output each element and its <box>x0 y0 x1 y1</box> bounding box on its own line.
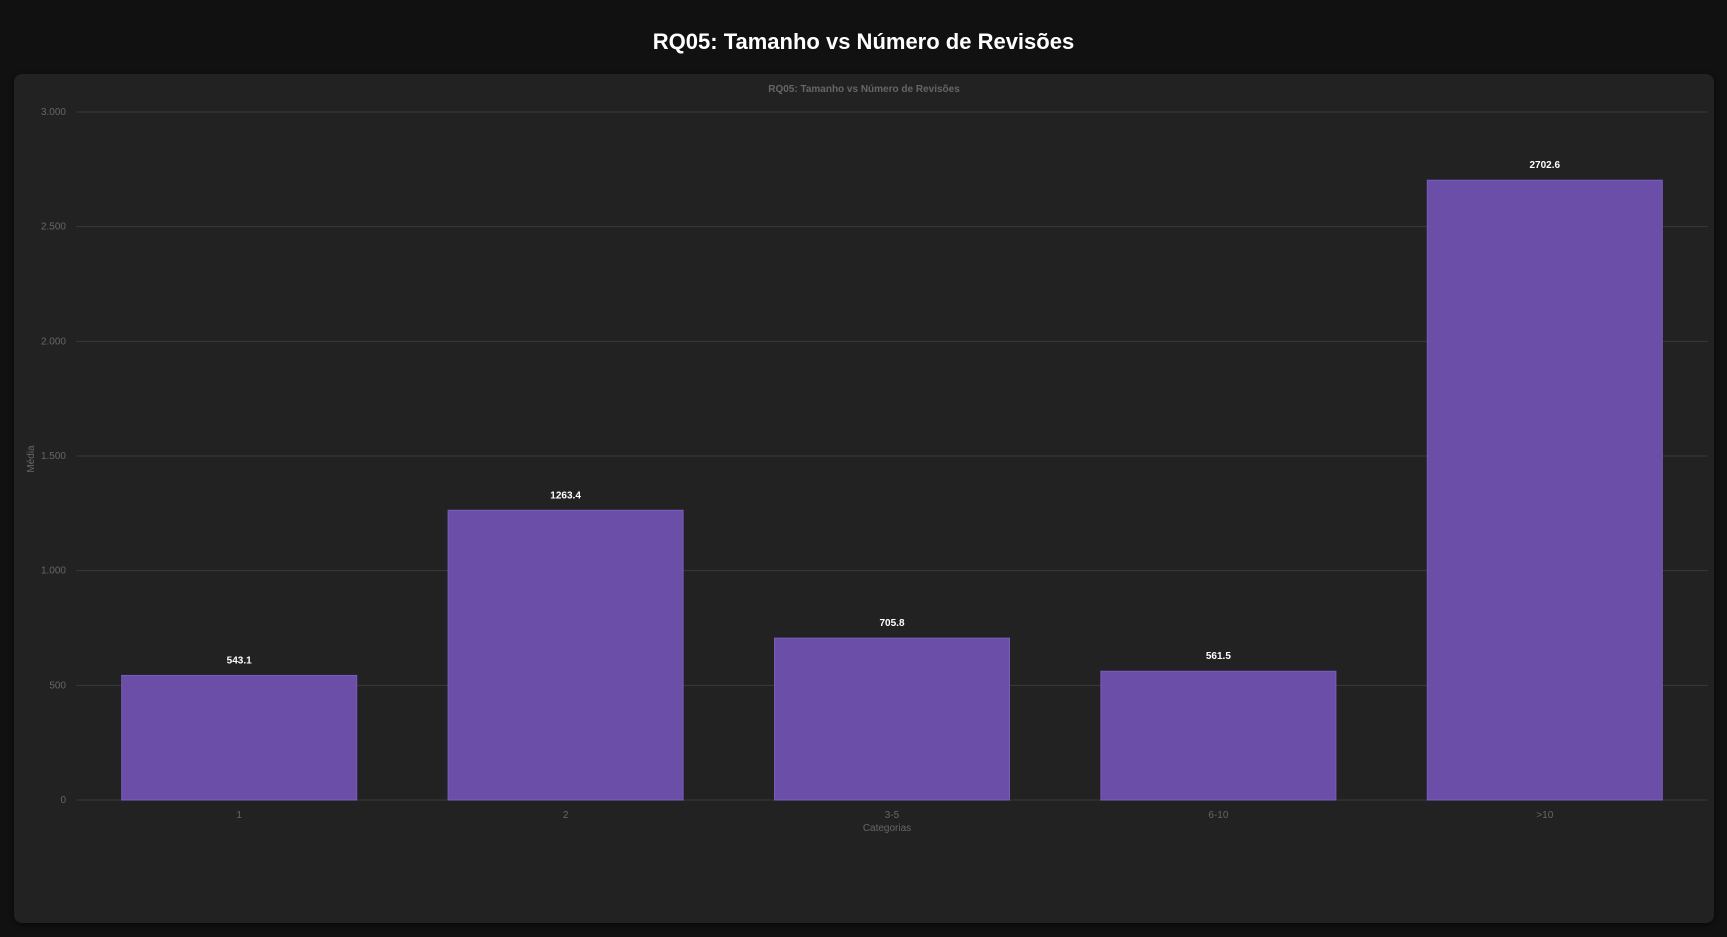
bar[interactable] <box>773 637 1011 801</box>
bars <box>121 179 1663 801</box>
bar-value-label: 543.1 <box>227 655 252 666</box>
x-tick-label: >10 <box>1536 810 1553 821</box>
x-tick-label: 6-10 <box>1208 810 1228 821</box>
bar-chart: RQ05: Tamanho vs Número de Revisões 0 500… <box>26 84 1708 834</box>
y-tick-label: 500 <box>49 680 66 691</box>
x-axis-ticks: 1 2 3-5 6-10 >10 <box>236 810 1553 821</box>
x-axis-title: Categorias <box>863 823 911 834</box>
bar[interactable] <box>1426 179 1663 801</box>
y-tick-label: 2.000 <box>41 336 66 347</box>
bar-value-label: 705.8 <box>879 618 904 629</box>
bar[interactable] <box>447 509 684 801</box>
chart-card: RQ05: Tamanho vs Número de Revisões 0 500… <box>14 74 1714 923</box>
bar-value-label: 2702.6 <box>1530 160 1561 171</box>
bar[interactable] <box>1100 670 1337 801</box>
y-tick-label: 1.000 <box>41 566 66 577</box>
y-tick-label: 3.000 <box>41 107 66 118</box>
data-labels: 543.1 1263.4 705.8 561.5 2702.6 <box>227 160 1561 666</box>
y-tick-label: 0 <box>60 795 66 806</box>
bar[interactable] <box>121 674 358 801</box>
y-axis-title: Média <box>26 445 37 473</box>
x-tick-label: 1 <box>236 810 242 821</box>
chart-title: RQ05: Tamanho vs Número de Revisões <box>768 84 960 95</box>
y-tick-label: 2.500 <box>41 222 66 233</box>
bar-value-label: 1263.4 <box>550 490 581 501</box>
y-axis-ticks: 0 500 1.000 1.500 2.000 2.500 3.000 <box>41 107 66 806</box>
x-tick-label: 3-5 <box>885 810 900 821</box>
y-tick-label: 1.500 <box>41 451 66 462</box>
page-title: RQ05: Tamanho vs Número de Revisões <box>652 29 1075 54</box>
x-tick-label: 2 <box>563 810 569 821</box>
bar-value-label: 561.5 <box>1206 651 1231 662</box>
